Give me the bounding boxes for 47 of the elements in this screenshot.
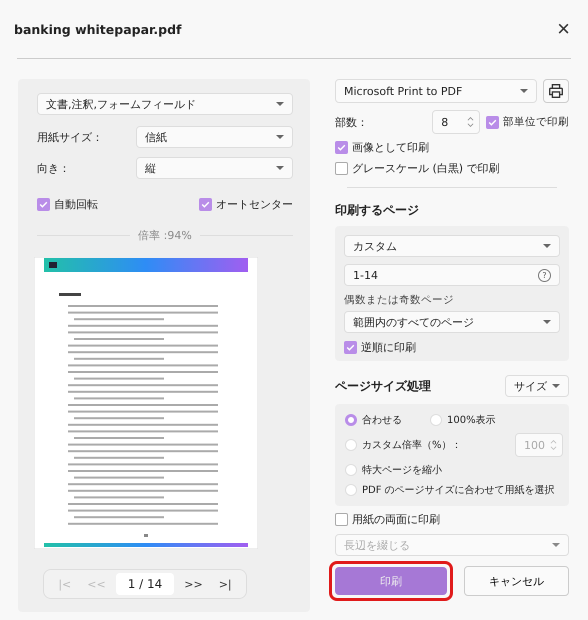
section-heading: ページサイズ処理: [335, 378, 431, 394]
caret-icon: [543, 320, 551, 324]
caret-icon: [543, 244, 551, 248]
scale-label: 倍率 :94%: [138, 228, 192, 243]
field-label: 向き：: [37, 160, 70, 176]
spinner-arrows-icon: [550, 438, 557, 452]
printer-icon: [547, 82, 565, 100]
field-label: 偶数または奇数ページ: [344, 293, 455, 307]
printer-dropdown[interactable]: Microsoft Print to PDF: [335, 79, 537, 103]
caret-icon: [276, 166, 284, 170]
dropdown[interactable]: 信紙: [136, 126, 293, 148]
radio-option[interactable]: PDF のページサイズに合わせて用紙を選択: [345, 483, 563, 497]
checkbox[interactable]: 用紙の両面に印刷: [335, 512, 569, 527]
range-dropdown[interactable]: カスタム: [344, 235, 560, 257]
page-range-field[interactable]: 1-14 ?: [344, 264, 560, 286]
page-number-field[interactable]: 1 / 14: [116, 573, 174, 595]
field-label: 用紙サイズ：: [37, 130, 103, 144]
page-subset-dropdown[interactable]: 範囲内のすべてのページ: [344, 311, 560, 333]
radio-option[interactable]: カスタム倍率（%）：: [345, 438, 462, 452]
caret-icon: [552, 543, 560, 547]
close-button[interactable]: ×: [553, 18, 574, 40]
cancel-button[interactable]: キャンセル: [464, 566, 569, 596]
caret-icon: [552, 384, 560, 388]
dropdown[interactable]: 縦: [136, 157, 293, 179]
window-title: banking whitepapar.pdf: [14, 22, 182, 36]
radio-option[interactable]: 100%表示: [430, 413, 496, 427]
checkbox[interactable]: 画像として印刷: [335, 140, 569, 155]
section-heading: 印刷するページ: [335, 202, 420, 219]
next-page-button[interactable]: >>: [178, 576, 209, 592]
printer-button[interactable]: [543, 79, 569, 103]
help-icon[interactable]: ?: [538, 268, 551, 282]
spinner-arrows-icon: [467, 115, 474, 129]
caret-icon: [276, 102, 284, 106]
caret-icon: [520, 89, 528, 93]
checkbox[interactable]: 逆順に印刷: [344, 340, 560, 355]
last-page-button[interactable]: >|: [212, 576, 238, 592]
copies-label: 部数：: [335, 114, 369, 130]
radio-option[interactable]: 合わせる: [345, 413, 402, 427]
radio-option[interactable]: 特大ページを縮小: [345, 463, 563, 477]
size-dropdown[interactable]: サイズ: [505, 375, 569, 397]
caret-icon: [276, 135, 284, 139]
copies-field[interactable]: 8: [432, 110, 480, 134]
checkbox[interactable]: グレースケール (白黒) で印刷: [335, 161, 569, 176]
checkbox[interactable]: 部単位で印刷: [486, 115, 569, 129]
checkbox[interactable]: オートセンター: [199, 197, 293, 212]
content-dropdown[interactable]: 文書,注釈,フォームフィールド: [37, 93, 293, 115]
checkbox[interactable]: 自動回転: [37, 197, 98, 212]
